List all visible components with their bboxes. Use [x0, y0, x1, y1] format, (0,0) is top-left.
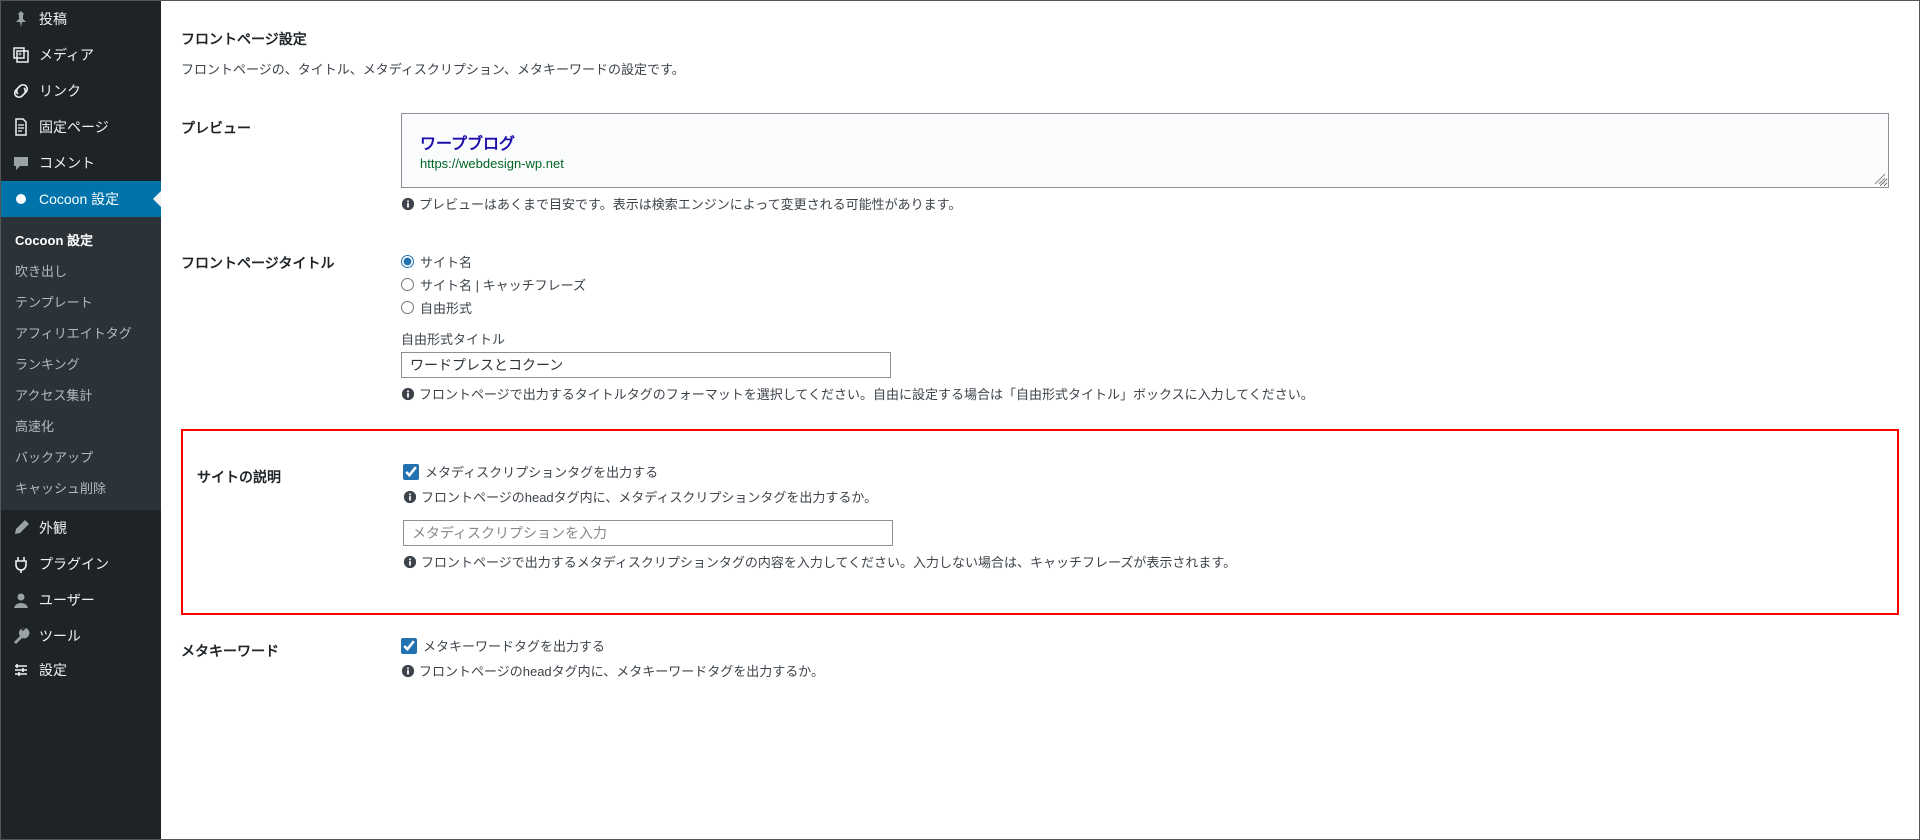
submenu-item-balloon[interactable]: 吹き出し — [1, 255, 161, 286]
info-icon — [403, 555, 417, 569]
sidebar-item-links[interactable]: リンク — [1, 73, 161, 109]
preview-note: プレビューはあくまで目安です。表示は検索エンジンによって変更される可能性がありま… — [419, 194, 961, 213]
user-icon — [11, 590, 31, 610]
page-icon — [11, 117, 31, 137]
meta-keyword-note1: フロントページのheadタグ内に、メタキーワードタグを出力するか。 — [419, 661, 824, 680]
info-icon — [403, 490, 417, 504]
info-icon — [401, 197, 415, 211]
sidebar-item-pages[interactable]: 固定ページ — [1, 109, 161, 145]
radio-label-sitename: サイト名 — [420, 252, 472, 271]
sidebar-item-comments[interactable]: コメント — [1, 145, 161, 181]
submenu-item-backup[interactable]: バックアップ — [1, 441, 161, 472]
row-label-title: フロントページタイトル — [181, 233, 401, 423]
radio-freeform[interactable] — [401, 301, 414, 314]
preview-title: ワープブログ — [420, 130, 1870, 154]
sidebar-item-posts[interactable]: 投稿 — [1, 1, 161, 37]
info-icon — [401, 664, 415, 678]
submenu-item-cocoon-settings[interactable]: Cocoon 設定 — [1, 224, 161, 255]
plugin-icon — [11, 554, 31, 574]
settings-content: フロントページ設定 フロントページの、タイトル、メタディスクリプション、メタキー… — [161, 1, 1919, 839]
freeform-title-input[interactable] — [401, 352, 891, 378]
checkbox-label-meta-keyword: メタキーワードタグを出力する — [423, 636, 605, 655]
sidebar-item-label: Cocoon 設定 — [39, 189, 119, 209]
sidebar-item-label: プラグイン — [39, 554, 109, 574]
media-icon — [11, 45, 31, 65]
sidebar-item-label: 固定ページ — [39, 117, 109, 137]
sidebar-item-appearance[interactable]: 外観 — [1, 510, 161, 546]
seo-preview-box: ワープブログ https://webdesign-wp.net — [401, 113, 1889, 188]
sidebar-item-label: 設定 — [39, 660, 67, 680]
preview-url: https://webdesign-wp.net — [420, 156, 1870, 171]
freeform-title-label: 自由形式タイトル — [401, 329, 1889, 348]
submenu-item-affiliate[interactable]: アフィリエイトタグ — [1, 317, 161, 348]
info-icon — [401, 387, 415, 401]
sidebar-submenu: Cocoon 設定 吹き出し テンプレート アフィリエイトタグ ランキング アク… — [1, 217, 161, 510]
settings-icon — [11, 660, 31, 680]
sidebar-item-media[interactable]: メディア — [1, 37, 161, 73]
resize-handle-icon[interactable] — [1874, 173, 1886, 185]
submenu-item-speed[interactable]: 高速化 — [1, 410, 161, 441]
section-description: フロントページの、タイトル、メタディスクリプション、メタキーワードの設定です。 — [181, 59, 1899, 78]
pushpin-icon — [11, 9, 31, 29]
radio-label-freeform: 自由形式 — [420, 298, 472, 317]
sidebar-item-label: 投稿 — [39, 9, 67, 29]
sidebar-item-label: リンク — [39, 81, 81, 101]
admin-sidebar: 投稿 メディア リンク 固定ページ コメント Cocoon 設定 Cocoon … — [1, 1, 161, 839]
radio-sitename-catchphrase[interactable] — [401, 278, 414, 291]
checkbox-label-meta-description: メタディスクリプションタグを出力する — [425, 462, 658, 481]
radio-label-sitename-catchphrase: サイト名 | キャッチフレーズ — [420, 275, 586, 294]
link-icon — [11, 81, 31, 101]
row-label-meta-keyword: メタキーワード — [181, 621, 401, 700]
sidebar-item-label: コメント — [39, 153, 95, 173]
meta-description-input[interactable] — [403, 520, 893, 546]
comment-icon — [11, 153, 31, 173]
sidebar-item-label: ツール — [39, 626, 81, 646]
sidebar-item-users[interactable]: ユーザー — [1, 582, 161, 618]
sidebar-item-label: ユーザー — [39, 590, 95, 610]
row-label-preview: プレビュー — [181, 98, 401, 233]
sidebar-item-label: メディア — [39, 45, 94, 65]
meta-description-note1: フロントページのheadタグ内に、メタディスクリプションタグを出力するか。 — [421, 487, 877, 506]
submenu-item-cache[interactable]: キャッシュ削除 — [1, 472, 161, 503]
title-note: フロントページで出力するタイトルタグのフォーマットを選択してください。自由に設定… — [419, 384, 1314, 403]
sidebar-item-tools[interactable]: ツール — [1, 618, 161, 654]
sidebar-item-label: 外観 — [39, 518, 67, 538]
section-heading: フロントページ設定 — [181, 29, 1899, 49]
submenu-item-ranking[interactable]: ランキング — [1, 348, 161, 379]
checkbox-meta-keyword[interactable] — [401, 638, 417, 654]
row-label-site-description: サイトの説明 — [183, 447, 403, 591]
tool-icon — [11, 626, 31, 646]
dot-icon — [11, 189, 31, 209]
sidebar-item-settings[interactable]: 設定 — [1, 654, 161, 682]
checkbox-meta-description[interactable] — [403, 464, 419, 480]
submenu-item-template[interactable]: テンプレート — [1, 286, 161, 317]
sidebar-item-plugins[interactable]: プラグイン — [1, 546, 161, 582]
submenu-item-access[interactable]: アクセス集計 — [1, 379, 161, 410]
sidebar-item-cocoon[interactable]: Cocoon 設定 — [1, 181, 161, 217]
highlighted-section: サイトの説明 メタディスクリプションタグを出力する フロントページのheadタグ… — [181, 429, 1899, 615]
brush-icon — [11, 518, 31, 538]
meta-description-note2: フロントページで出力するメタディスクリプションタグの内容を入力してください。入力… — [421, 552, 1236, 571]
radio-sitename[interactable] — [401, 255, 414, 268]
